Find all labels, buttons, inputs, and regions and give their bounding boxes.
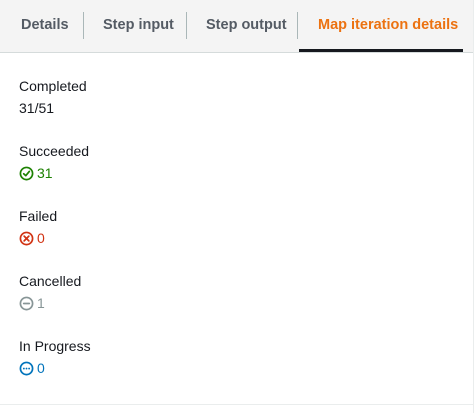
stat-in-progress: In Progress 0 [19,337,91,377]
stat-value: 31 [19,164,89,182]
stat-label: In Progress [19,338,91,354]
tab-divider [297,12,298,39]
stat-succeeded: Succeeded 31 [19,142,89,182]
tab-bar: Details Step input Step output Map itera… [0,0,473,53]
tab-step-input[interactable]: Step input [103,0,174,50]
tab-details[interactable]: Details [21,0,69,50]
cancelled-count: 1 [37,295,45,311]
tab-map-iteration-details[interactable]: Map iteration details [318,0,458,50]
active-tab-indicator [299,49,463,52]
x-circle-icon [19,231,34,246]
check-circle-icon [19,166,34,181]
stat-value: 0 [19,359,91,377]
tab-divider [83,12,84,39]
stat-label: Failed [19,208,58,224]
in-progress-count: 0 [37,360,45,376]
stat-failed: Failed 0 [19,207,57,247]
stat-value: 31/51 [19,99,87,117]
bottom-divider [0,404,474,405]
stat-completed: Completed 31/51 [19,77,87,117]
stat-label: Cancelled [19,273,82,289]
stat-label: Completed [19,78,87,94]
tab-step-output[interactable]: Step output [206,0,287,50]
stat-label: Succeeded [19,143,90,159]
minus-circle-icon [19,296,34,311]
ellipsis-circle-icon [19,361,34,376]
completed-count: 31/51 [19,100,55,116]
stat-value: 0 [19,229,57,247]
failed-count: 0 [37,230,45,246]
map-iteration-panel: Details Step input Step output Map itera… [0,0,474,413]
tab-divider [186,12,187,39]
succeeded-count: 31 [37,165,53,181]
stat-cancelled: Cancelled 1 [19,272,81,312]
stat-value: 1 [19,294,81,312]
